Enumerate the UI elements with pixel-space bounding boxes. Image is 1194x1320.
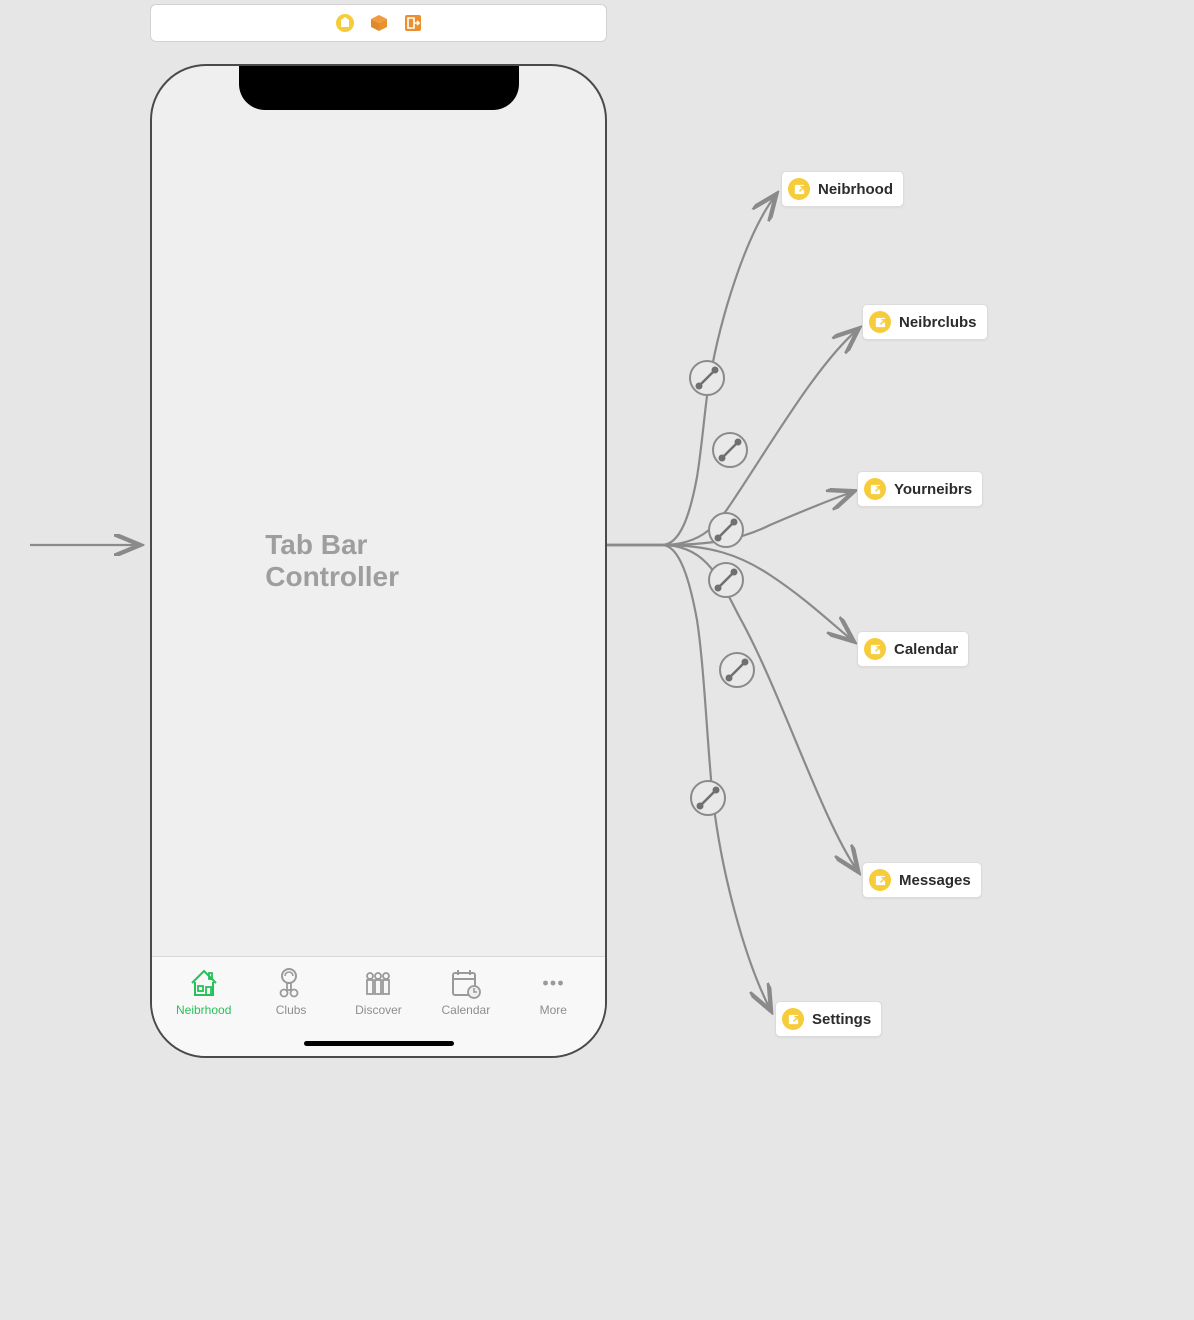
home-indicator: [304, 1041, 454, 1046]
segue-badge-3: [709, 563, 743, 597]
segue-arrow-0: [607, 196, 775, 545]
tab-clubs[interactable]: Clubs: [250, 967, 332, 1017]
segue-badge-4: [720, 653, 754, 687]
node-label: Yourneibrs: [894, 481, 972, 498]
node-label: Messages: [899, 872, 971, 889]
segue-arrow-1: [607, 330, 857, 545]
controller-title: Tab Bar Controller: [265, 529, 492, 593]
exit-icon[interactable]: [404, 14, 422, 32]
tab-label: Discover: [355, 1003, 402, 1017]
scene-icon[interactable]: [370, 14, 388, 32]
discover-icon: [362, 967, 394, 999]
tab-label: Neibrhood: [176, 1003, 231, 1017]
segue-arrow-5: [607, 545, 770, 1009]
storyboard-ref-neibrclubs[interactable]: Neibrclubs: [862, 304, 988, 340]
storyboard-ref-icon: [864, 638, 886, 660]
node-label: Neibrhood: [818, 181, 893, 198]
node-label: Settings: [812, 1011, 871, 1028]
segue-badge-5: [691, 781, 725, 815]
tab-label: More: [540, 1003, 567, 1017]
storyboard-ref-messages[interactable]: Messages: [862, 862, 982, 898]
device-notch: [239, 64, 519, 110]
more-icon: [537, 967, 569, 999]
node-label: Neibrclubs: [899, 314, 977, 331]
storyboard-ref-icon: [782, 1008, 804, 1030]
segue-arrow-4: [607, 545, 857, 870]
storyboard-ref-icon[interactable]: [336, 14, 354, 32]
tab-label: Clubs: [276, 1003, 307, 1017]
segue-badge-2: [709, 513, 743, 547]
tab-bar-controller-scene[interactable]: Tab Bar Controller Neibrhood: [150, 64, 607, 1058]
tab-calendar[interactable]: Calendar: [425, 967, 507, 1017]
storyboard-ref-icon: [869, 311, 891, 333]
tab-more[interactable]: More: [512, 967, 594, 1017]
calendar-icon: [450, 967, 482, 999]
tab-neibrhood[interactable]: Neibrhood: [163, 967, 245, 1017]
segue-badge-0: [690, 361, 724, 395]
segue-arrow-3: [607, 545, 852, 640]
storyboard-ref-settings[interactable]: Settings: [775, 1001, 882, 1037]
storyboard-ref-yourneibrs[interactable]: Yourneibrs: [857, 471, 983, 507]
house-icon: [188, 967, 220, 999]
node-label: Calendar: [894, 641, 958, 658]
segue-arrow-2: [607, 492, 852, 545]
storyboard-ref-icon: [788, 178, 810, 200]
storyboard-ref-neibrhood[interactable]: Neibrhood: [781, 171, 904, 207]
storyboard-ref-icon: [869, 869, 891, 891]
scene-toolbar[interactable]: [150, 4, 607, 42]
storyboard-ref-calendar[interactable]: Calendar: [857, 631, 969, 667]
segue-badge-1: [713, 433, 747, 467]
storyboard-ref-icon: [864, 478, 886, 500]
tab-label: Calendar: [442, 1003, 491, 1017]
tab-discover[interactable]: Discover: [337, 967, 419, 1017]
clubs-icon: [275, 967, 307, 999]
